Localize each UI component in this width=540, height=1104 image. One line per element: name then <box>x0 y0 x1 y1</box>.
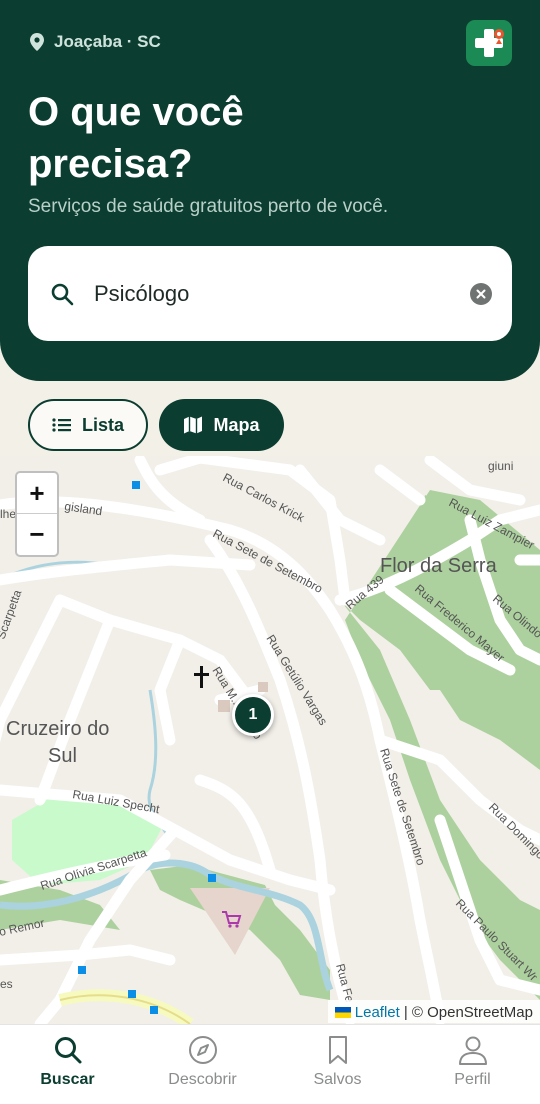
nav-item-descobrir[interactable]: Descobrir <box>135 1025 270 1104</box>
zoom-out-button[interactable]: − <box>17 514 57 555</box>
map-label-flor: Flor da Serra <box>380 555 498 577</box>
cluster-marker[interactable]: 1 <box>232 694 274 736</box>
search-bar[interactable]: Psicólogo <box>28 246 512 341</box>
map-label-cruzeiro: Cruzeiro do <box>6 718 109 740</box>
compass-icon <box>188 1036 217 1064</box>
zoom-in-button[interactable]: + <box>17 473 57 514</box>
page-title: O que você precisa? <box>28 90 244 186</box>
map-view-label: Mapa <box>213 414 260 435</box>
bookmark-icon <box>328 1036 347 1064</box>
location-selector[interactable]: Joaçaba · SC <box>30 32 161 52</box>
location-pin-icon <box>30 33 44 51</box>
osm-attribution: | © OpenStreetMap <box>403 1004 533 1021</box>
page-subtitle: Serviços de saúde gratuitos perto de voc… <box>28 196 389 217</box>
zoom-control: + − <box>15 471 59 557</box>
clear-search-button[interactable] <box>470 282 492 305</box>
list-view-button[interactable]: Lista <box>28 399 148 451</box>
list-view-label: Lista <box>81 414 124 435</box>
map-label-giuni: giuni <box>488 459 513 473</box>
bottom-navigation: Buscar Descobrir Salvos Perfil <box>0 1024 540 1104</box>
user-icon <box>458 1036 487 1065</box>
list-icon <box>52 418 71 432</box>
location-label: Joaçaba · SC <box>54 32 161 51</box>
nav-item-perfil[interactable]: Perfil <box>405 1025 540 1104</box>
nav-label-perfil: Perfil <box>454 1071 491 1088</box>
medical-cross-icon <box>475 29 504 57</box>
search-icon <box>51 283 74 305</box>
map-label-es: es <box>0 977 13 991</box>
nav-label-salvos: Salvos <box>313 1071 362 1088</box>
nav-item-buscar[interactable]: Buscar <box>0 1025 135 1104</box>
map[interactable]: Flor da Serra Cruzeiro do Sul Rua Carlos… <box>0 456 540 1024</box>
nav-label-descobrir: Descobrir <box>168 1071 237 1088</box>
map-label-sul: Sul <box>48 745 77 767</box>
header: Joaçaba · SC O que você precisa? Serviço… <box>0 0 540 381</box>
nav-item-salvos[interactable]: Salvos <box>270 1025 405 1104</box>
map-tiles: Flor da Serra Cruzeiro do Sul Rua Carlos… <box>0 456 540 1024</box>
map-label-lhe: lhe <box>0 507 16 521</box>
app-logo <box>466 20 512 66</box>
close-icon <box>476 289 486 298</box>
map-icon <box>184 416 203 434</box>
leaflet-link[interactable]: Leaflet <box>355 1004 400 1021</box>
search-icon <box>54 1037 81 1064</box>
map-view-button[interactable]: Mapa <box>159 399 284 451</box>
ukraine-flag-icon <box>334 1007 351 1018</box>
search-input[interactable]: Psicólogo <box>94 281 470 307</box>
nav-label-buscar: Buscar <box>40 1071 95 1088</box>
map-attribution: Leaflet | © OpenStreetMap <box>327 1000 540 1023</box>
